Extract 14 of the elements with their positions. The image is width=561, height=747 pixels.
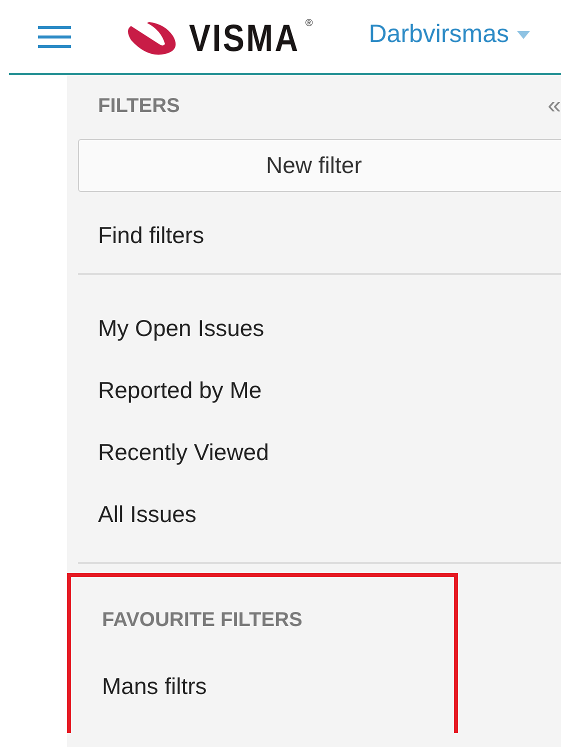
logo-wordmark: VISMA — [189, 20, 300, 58]
find-filters-link[interactable]: Find filters — [98, 222, 204, 249]
caret-icon — [517, 30, 530, 38]
new-filter-button[interactable]: New filter — [78, 139, 561, 192]
filter-link[interactable]: Recently Viewed — [98, 439, 561, 466]
registered-mark: ® — [305, 18, 313, 28]
filter-link[interactable]: Reported by Me — [98, 377, 561, 404]
filter-link[interactable]: My Open Issues — [98, 315, 561, 342]
menu-icon[interactable] — [38, 26, 71, 48]
company-dropdown[interactable]: Darbvirsmas — [368, 20, 530, 49]
panel-title: FILTERS — [98, 94, 180, 118]
filter-link[interactable]: All Issues — [98, 501, 561, 528]
filter-link[interactable]: Mans filtrs — [102, 673, 454, 700]
section-title: FAVOURITE FILTERS — [102, 609, 304, 632]
